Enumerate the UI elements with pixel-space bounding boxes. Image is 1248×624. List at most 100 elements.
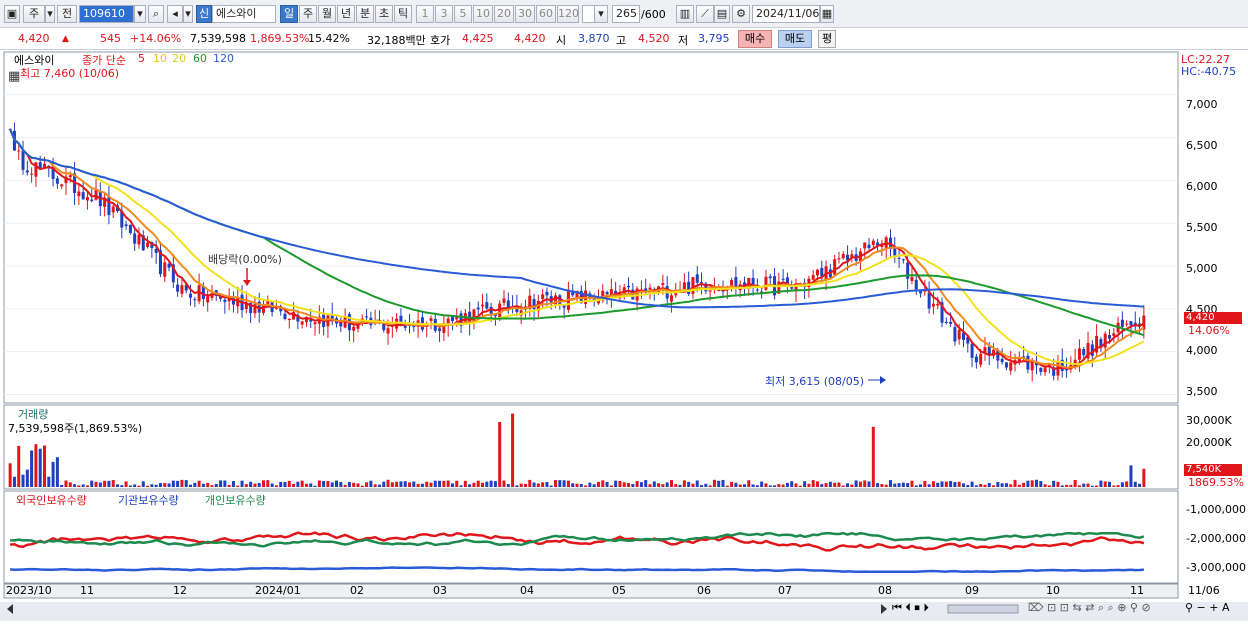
volume-bar <box>828 481 832 487</box>
candle-icon[interactable]: ▥ <box>676 5 694 23</box>
number-button[interactable]: 20 <box>494 5 514 23</box>
chevron-down-icon[interactable]: ▾ <box>594 5 608 23</box>
candle-body <box>438 328 442 332</box>
count-input[interactable]: 265 <box>612 5 640 23</box>
candle-body <box>1103 333 1107 348</box>
candle-body <box>1077 348 1081 360</box>
volume-bar <box>815 481 819 487</box>
volume-bar <box>682 480 686 487</box>
zoom-controls[interactable]: ⚲ − + A <box>1185 601 1230 614</box>
calendar-icon[interactable]: ▦ <box>8 69 20 84</box>
change-pct: +14.06% <box>130 32 182 45</box>
volume-bar <box>90 480 94 487</box>
period-button[interactable]: 주 <box>23 5 45 23</box>
volume-bar <box>171 480 175 487</box>
save-icon[interactable]: ▤ <box>714 5 730 23</box>
interval-month[interactable]: 월 <box>318 5 336 23</box>
volume-bar <box>1112 485 1116 487</box>
volume-bar <box>296 481 300 487</box>
x-axis-label: 12 <box>173 584 187 597</box>
volume-bar <box>669 480 673 487</box>
volume-bar <box>880 484 884 487</box>
volume-pct: 1,869.53% <box>250 32 310 45</box>
chevron-down-icon[interactable]: ▾ <box>183 5 193 23</box>
volume-bar <box>742 484 746 487</box>
interval-week[interactable]: 주 <box>299 5 317 23</box>
volume-bar <box>773 485 777 487</box>
buy-button[interactable]: 매수 <box>738 30 772 48</box>
stock-name-field[interactable]: 에스와이 <box>212 5 276 23</box>
volume-bar <box>146 485 150 487</box>
search-icon[interactable]: ⌕ <box>148 5 164 23</box>
date-input[interactable]: 2024/11/06 <box>752 5 820 23</box>
volume-bar <box>382 481 386 487</box>
volume-bar <box>888 480 892 487</box>
candle-body <box>55 178 59 184</box>
candle-body <box>979 353 983 365</box>
x-axis-label: 04 <box>520 584 534 597</box>
candle-body <box>283 313 287 320</box>
chart-canvas[interactable] <box>0 50 1248 621</box>
volume-bar <box>833 482 837 487</box>
volume-bar <box>137 485 141 487</box>
number-button[interactable]: 120 <box>557 5 579 23</box>
candle-body <box>949 321 953 324</box>
stock-code-input[interactable]: 109610 <box>79 5 134 23</box>
candle-body <box>936 303 940 306</box>
volume-bar <box>85 485 89 487</box>
volume-bar <box>850 484 854 487</box>
volume-bar <box>824 483 828 487</box>
volume-bar <box>1116 485 1120 487</box>
prev-button[interactable]: 전 <box>57 5 77 23</box>
number-button[interactable]: 60 <box>536 5 556 23</box>
volume-bar <box>446 480 450 487</box>
interval-year[interactable]: 년 <box>337 5 355 23</box>
chevron-down-icon[interactable]: ▾ <box>134 5 146 23</box>
draw-line-icon[interactable]: ⟋ <box>696 5 714 23</box>
volume-bar <box>957 481 961 487</box>
candle-body <box>124 224 128 227</box>
gear-icon[interactable]: ⚙ <box>732 5 750 23</box>
candle-body <box>833 259 837 275</box>
chevron-down-icon[interactable]: ▾ <box>45 5 55 23</box>
navigation-icons[interactable]: ⏮ ⏴ ⏹ ⏵ <box>892 601 929 615</box>
sell-button[interactable]: 매도 <box>778 30 812 48</box>
number-button[interactable]: 30 <box>515 5 535 23</box>
volume-bar <box>214 483 218 487</box>
tool-icons[interactable]: ⌦ ⊡ ⊡ ⇆ ⇄ ⌕ ⌕ ⊕ ⚲ ⊘ <box>1028 601 1151 615</box>
volume-bar <box>51 461 55 487</box>
zoom-slider[interactable] <box>947 604 1019 614</box>
x-axis-label: 05 <box>612 584 626 597</box>
window-icon[interactable]: ▣ <box>4 5 20 23</box>
candle-body <box>1009 362 1013 371</box>
candle-body <box>300 321 304 325</box>
calendar-icon[interactable]: ▦ <box>820 5 834 23</box>
number-button[interactable]: 5 <box>454 5 472 23</box>
volume-bar <box>1099 480 1103 487</box>
volume-bar <box>919 484 923 487</box>
candle-body <box>867 244 871 249</box>
speaker-icon[interactable]: ◂ <box>167 5 183 23</box>
volume-bar <box>730 481 734 487</box>
interval-minute[interactable]: 분 <box>356 5 374 23</box>
volume-bar <box>944 481 948 487</box>
volume-bar <box>897 483 901 487</box>
volume-bar <box>923 480 927 487</box>
number-button[interactable]: 3 <box>435 5 453 23</box>
number-button[interactable]: 10 <box>473 5 493 23</box>
volume-bar <box>55 457 59 487</box>
candle-body <box>146 242 150 248</box>
interval-day[interactable]: 일 <box>280 5 298 23</box>
interval-second[interactable]: 초 <box>375 5 393 23</box>
volume-bar <box>575 483 579 487</box>
volume-bar <box>605 481 609 487</box>
volume-bar <box>322 481 326 487</box>
candle-body <box>60 184 64 187</box>
volume-bar <box>141 481 145 487</box>
number-button[interactable]: 1 <box>416 5 434 23</box>
interval-tick[interactable]: 틱 <box>394 5 412 23</box>
volume-bar <box>189 484 193 487</box>
stock-chart[interactable]: 에스와이 종가 단순 5 10 20 60 120 최고 7,460 (10/0… <box>0 50 1248 621</box>
average-button[interactable]: 평 <box>818 30 836 48</box>
volume-bar <box>81 484 85 487</box>
